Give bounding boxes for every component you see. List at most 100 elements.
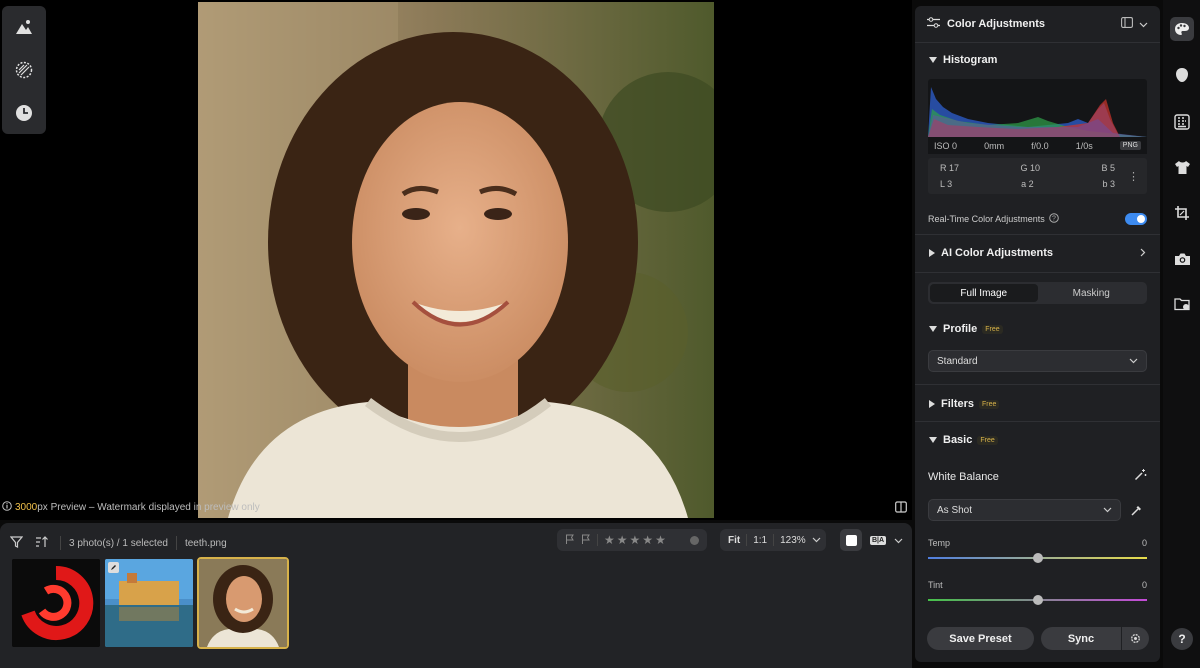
sort-icon[interactable] (35, 535, 48, 551)
temp-label: Temp (928, 538, 951, 548)
texture-brush-icon[interactable] (13, 59, 35, 81)
split-view-icon[interactable] (895, 500, 907, 518)
caret-right-icon (929, 400, 935, 408)
color-adjustments-panel: Color Adjustments Histogram ISO 0 0mm f/… (915, 6, 1160, 662)
histogram-graph (928, 79, 1147, 137)
shirt-icon[interactable] (1171, 156, 1193, 178)
right-rail: ? (1163, 0, 1200, 668)
exif-focal: 0mm (984, 140, 1005, 151)
zoom-fit-button[interactable]: Fit (722, 535, 746, 546)
white-balance-select[interactable]: As Shot (928, 499, 1121, 521)
history-clock-icon[interactable] (13, 102, 35, 124)
photo-count: 3 photo(s) / 1 selected (69, 537, 168, 549)
filter-icon[interactable] (9, 535, 24, 551)
single-view-icon[interactable] (840, 529, 862, 551)
more-options-icon[interactable]: ⋮ (1128, 170, 1139, 183)
profile-select[interactable]: Standard (928, 350, 1147, 372)
reject-flag-icon[interactable] (581, 534, 591, 547)
tab-full-image[interactable]: Full Image (930, 284, 1038, 302)
profile-value: Standard (937, 355, 978, 367)
tint-labels: Tint 0 (915, 580, 1160, 590)
thumbnail-venice[interactable] (105, 559, 193, 647)
format-badge: PNG (1119, 141, 1141, 150)
preview-note-text: px Preview – Watermark displayed in prev… (37, 502, 260, 513)
star-icon[interactable]: ★ (604, 533, 615, 547)
star-icon[interactable]: ★ (655, 533, 666, 547)
ai-portrait-icon[interactable] (13, 16, 35, 38)
sync-button[interactable]: Sync (1041, 627, 1121, 650)
temp-slider-handle[interactable] (1032, 553, 1043, 563)
filmstrip-toolbar: 3 photo(s) / 1 selected teeth.png (9, 531, 227, 555)
zoom-1to1-button[interactable]: 1:1 (747, 535, 773, 546)
eyedropper-icon[interactable] (1130, 504, 1143, 522)
folder-preset-icon[interactable] (1171, 293, 1193, 315)
panel-layout-icon[interactable] (1121, 15, 1133, 33)
white-balance-row: White Balance (915, 469, 1160, 485)
sliders-icon (927, 15, 940, 33)
sync-settings-icon[interactable] (1122, 627, 1149, 650)
readout-a: a 2 (1021, 179, 1034, 189)
chevron-down-icon[interactable] (894, 531, 903, 549)
image-canvas[interactable] (0, 0, 912, 520)
basic-title: Basic (943, 434, 973, 446)
color-label-icon[interactable] (690, 535, 699, 545)
exif-iso: ISO 0 (934, 140, 958, 151)
free-badge: Free (982, 324, 1003, 334)
auto-wand-icon[interactable] (1134, 468, 1147, 486)
save-preset-button[interactable]: Save Preset (927, 627, 1034, 650)
readout-b-lab: b 3 (1102, 179, 1115, 189)
texture-grid-icon[interactable] (1171, 111, 1193, 133)
readout-b: B 5 (1101, 163, 1115, 173)
app-window: 3000px Preview – Watermark displayed in … (0, 0, 1200, 668)
preview-resolution: 3000 (15, 502, 38, 513)
panel-title: Color Adjustments (947, 18, 1045, 30)
thumbnail-portrait-selected[interactable] (197, 557, 289, 649)
filters-title: Filters (941, 398, 975, 410)
filmstrip: 3 photo(s) / 1 selected teeth.png ★ ★ ★ … (0, 523, 912, 668)
exif-aperture: f/0.0 (1031, 140, 1049, 151)
tab-masking[interactable]: Masking (1038, 284, 1146, 302)
mask-scope-tabs: Full Image Masking (928, 282, 1147, 304)
star-icon[interactable]: ★ (642, 533, 653, 547)
before-after-icon[interactable]: B|A (870, 535, 887, 545)
temp-slider-track[interactable] (928, 553, 1147, 563)
tint-slider-track[interactable] (928, 595, 1147, 605)
white-balance-value: As Shot (937, 504, 973, 516)
chevron-right-icon[interactable] (1140, 244, 1146, 262)
rating-bar: ★ ★ ★ ★ ★ (557, 529, 707, 551)
star-icon[interactable]: ★ (630, 533, 641, 547)
temp-labels: Temp 0 (915, 538, 1160, 548)
help-circle-icon[interactable]: ? (1048, 210, 1059, 228)
histogram-header[interactable]: Histogram (915, 54, 1160, 66)
temp-slider[interactable] (915, 553, 1160, 567)
thumbnail-spiral[interactable] (12, 559, 100, 647)
readout-l: L 3 (940, 179, 953, 189)
crop-icon[interactable] (1171, 202, 1193, 224)
star-icon[interactable]: ★ (617, 533, 628, 547)
help-button[interactable]: ? (1171, 628, 1193, 650)
basic-header[interactable]: Basic Free (915, 432, 1160, 448)
tint-slider-handle[interactable] (1032, 595, 1043, 605)
free-badge: Free (979, 399, 1000, 409)
face-icon[interactable] (1171, 64, 1193, 86)
info-icon (2, 501, 12, 514)
ai-color-header[interactable]: AI Color Adjustments (915, 245, 1160, 261)
filters-header[interactable]: Filters Free (915, 396, 1160, 412)
realtime-toggle[interactable] (1125, 213, 1147, 225)
ai-color-title: AI Color Adjustments (941, 247, 1054, 259)
tint-slider[interactable] (915, 595, 1160, 609)
readout-r: R 17 (940, 163, 960, 173)
star-rating[interactable]: ★ ★ ★ ★ ★ (604, 533, 666, 547)
chevron-down-icon[interactable] (1139, 15, 1148, 33)
camera-icon[interactable] (1171, 248, 1193, 270)
caret-right-icon (929, 249, 935, 257)
chevron-down-icon[interactable] (812, 535, 821, 546)
preview-photo (198, 2, 714, 518)
chevron-down-icon (1103, 505, 1112, 516)
flag-icon[interactable] (565, 534, 575, 547)
profile-header[interactable]: Profile Free (915, 321, 1160, 337)
palette-icon[interactable] (1170, 17, 1194, 41)
temp-value: 0 (1141, 538, 1147, 548)
zoom-level-select[interactable]: 123% (774, 535, 812, 546)
exif-shutter: 1/0s (1075, 140, 1093, 151)
